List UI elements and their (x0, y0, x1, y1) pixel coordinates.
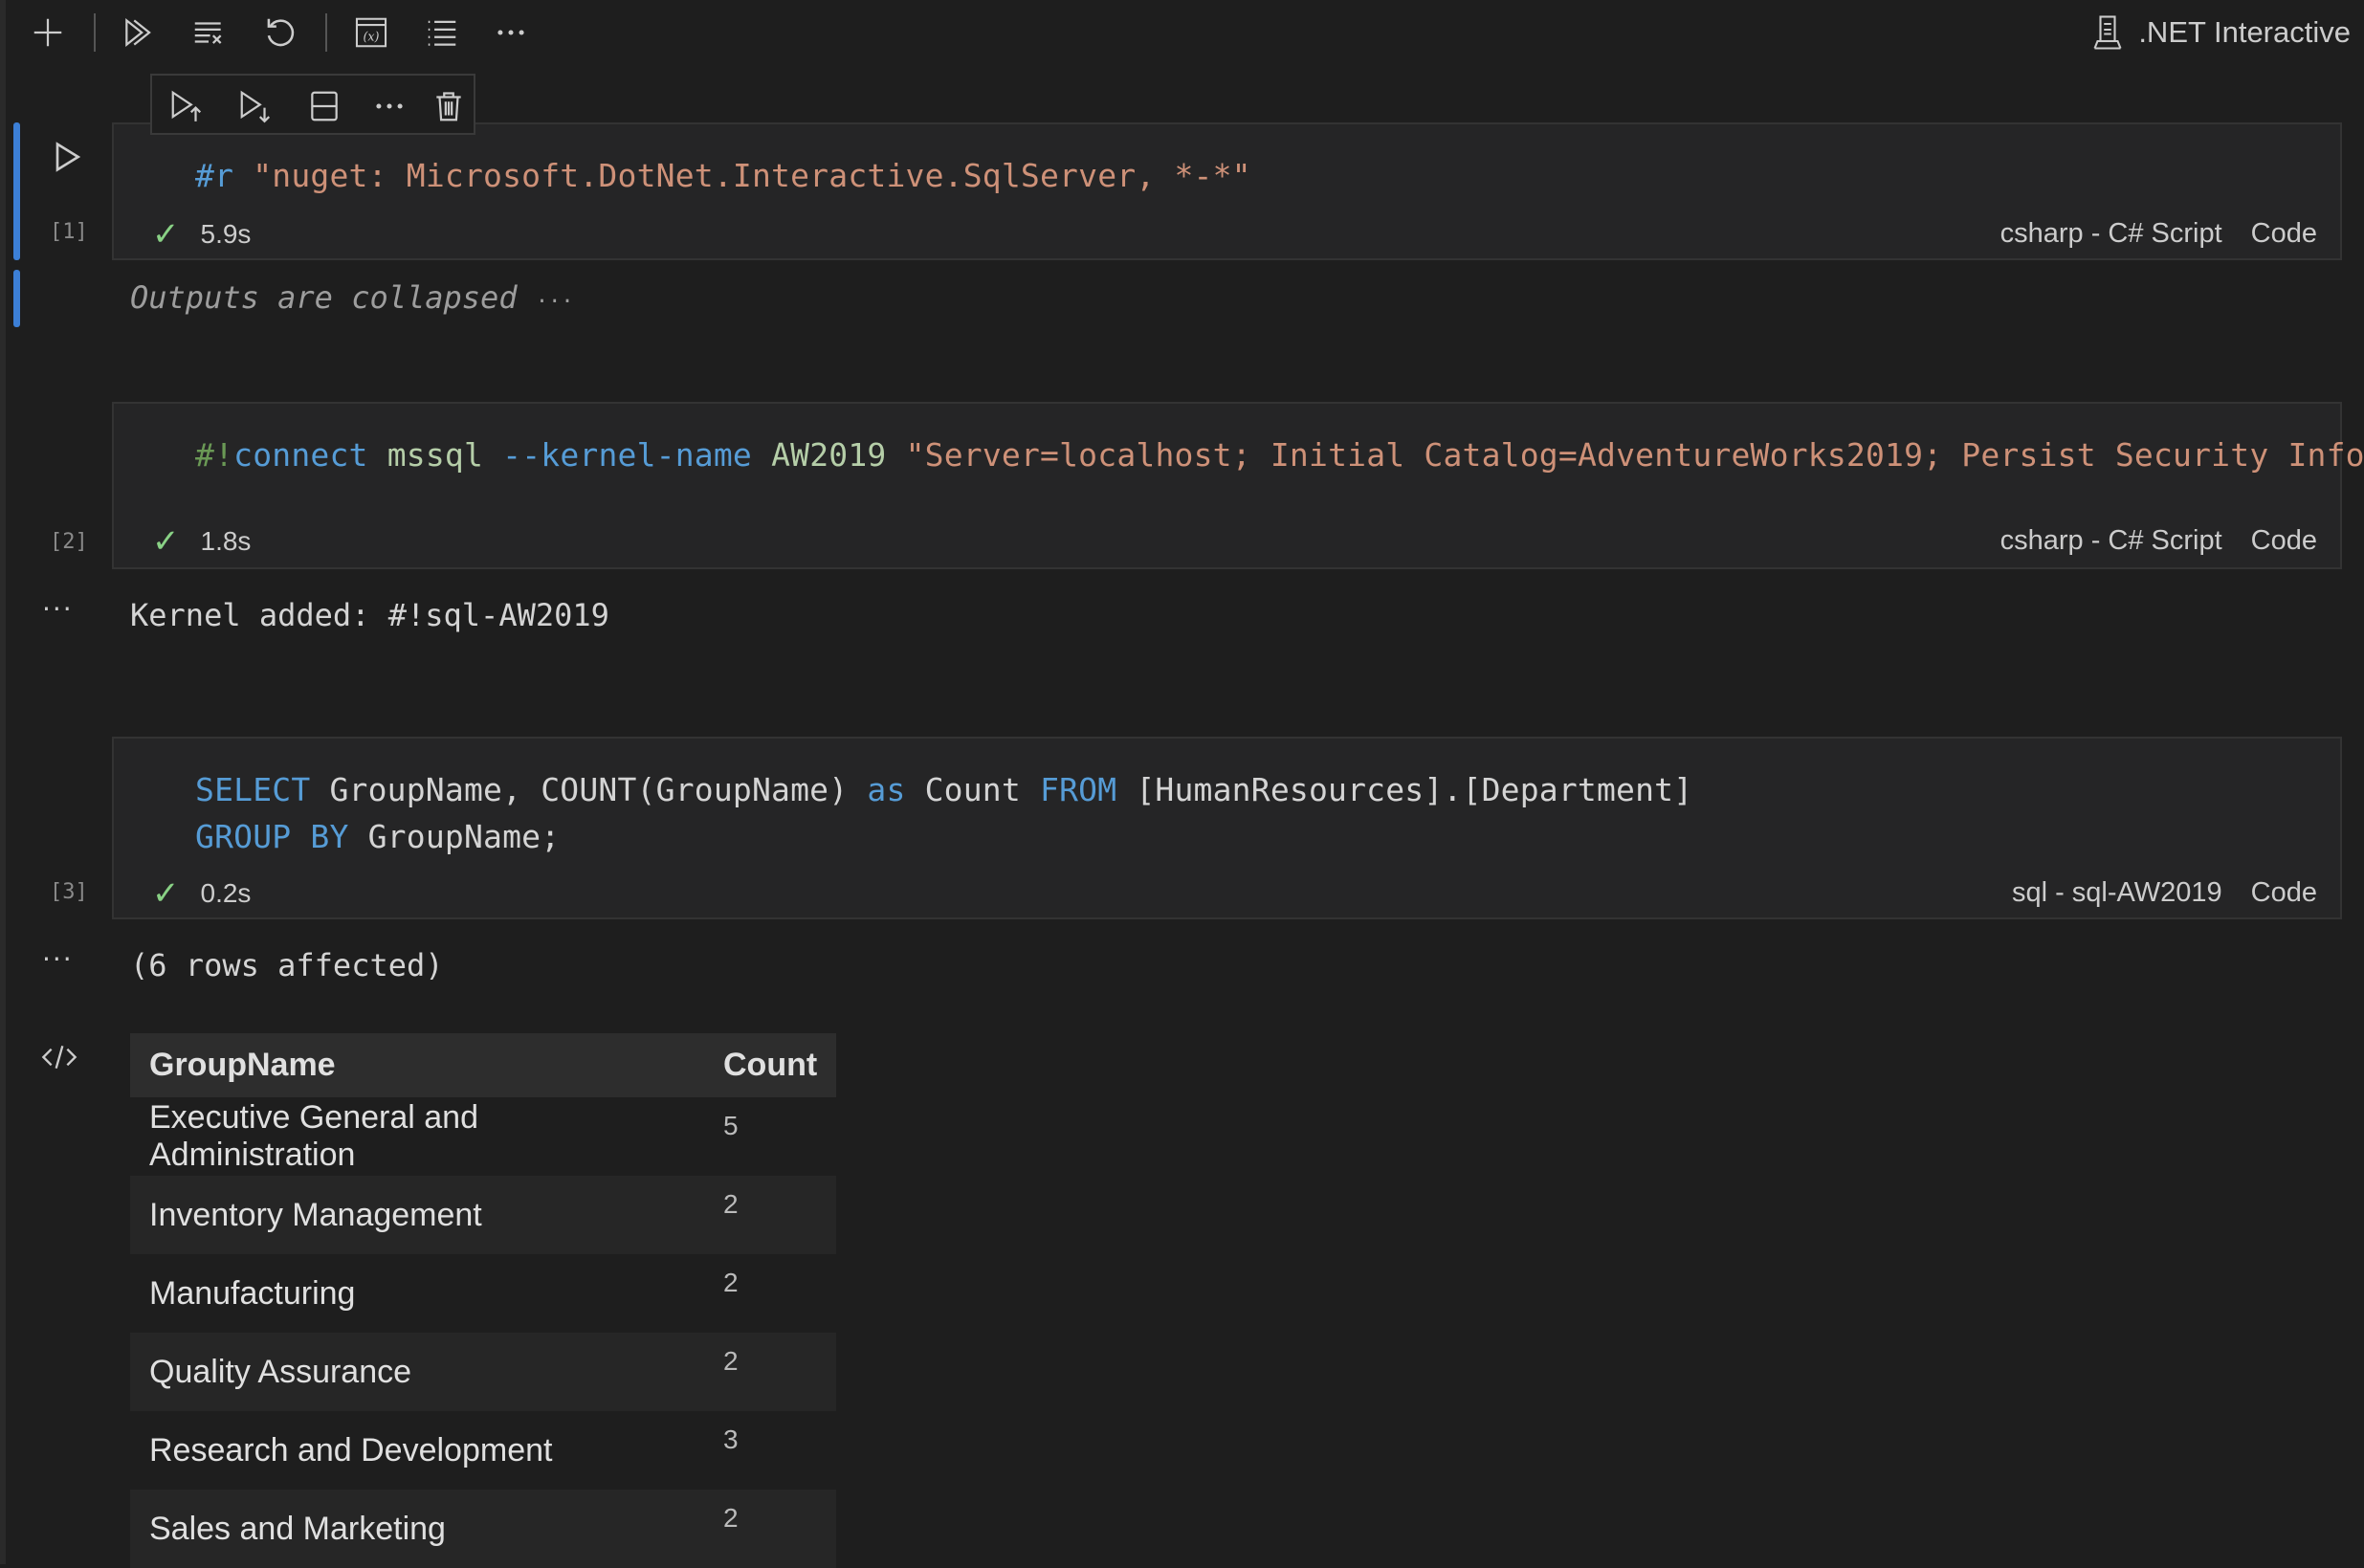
table-cell: 3 (704, 1411, 837, 1490)
table-header-row: GroupName Count (130, 1033, 837, 1097)
code-text: GroupName, COUNT(GroupName) (310, 771, 868, 808)
variables-icon[interactable]: (x) (350, 11, 392, 54)
language-picker[interactable]: csharp - C# Script (2000, 525, 2222, 557)
server-icon (2093, 15, 2122, 50)
table-row: Research and Development 3 (130, 1411, 837, 1490)
table-row: Sales and Marketing 2 (130, 1490, 837, 1568)
magic-prefix: #! (195, 436, 234, 474)
cell-toolbar (150, 74, 475, 135)
code-line[interactable]: SELECT GroupName, COUNT(GroupName) as Co… (195, 771, 1692, 808)
table-row: Inventory Management 2 (130, 1176, 837, 1254)
table-cell: 2 (704, 1176, 837, 1254)
more-icon[interactable] (368, 85, 410, 127)
cell-language-info: csharp - C# Script Code (2000, 525, 2317, 557)
execution-count: [1] (50, 220, 88, 244)
code-string: "nuget: Microsoft.DotNet.Interactive.Sql… (253, 157, 1251, 194)
success-check-icon: ✓ (152, 523, 180, 560)
kernel-label: .NET Interactive (2138, 15, 2351, 49)
code-line[interactable]: #!connect mssql --kernel-name AW2019 "Se… (195, 436, 2364, 474)
output-focus-indicator (13, 270, 20, 327)
sql-keyword: GROUP BY (195, 818, 349, 855)
execution-count: [3] (50, 880, 88, 904)
output-actions-icon[interactable]: ··· (42, 943, 74, 975)
collapsed-label: Outputs are collapsed (130, 279, 518, 316)
table-cell: Manufacturing (130, 1254, 704, 1333)
outline-icon[interactable] (421, 11, 463, 54)
sql-keyword: FROM (1040, 771, 1117, 808)
window-edge (0, 0, 6, 1564)
cell-language-info: csharp - C# Script Code (2000, 218, 2317, 250)
more-icon[interactable] (490, 11, 532, 54)
run-below-icon[interactable] (234, 85, 276, 127)
cell-output-text: Kernel added: #!sql-AW2019 (130, 597, 609, 633)
code-directive: #r (195, 157, 234, 194)
cell-focus-indicator (13, 122, 20, 260)
code-cell[interactable]: SELECT GroupName, COUNT(GroupName) as Co… (112, 737, 2342, 919)
code-text: GroupName; (348, 818, 561, 855)
kernel-picker[interactable]: .NET Interactive (2090, 11, 2351, 54)
run-above-icon[interactable] (166, 85, 208, 127)
sql-keyword: as (867, 771, 906, 808)
svg-text:(x): (x) (363, 30, 379, 44)
code-line[interactable]: #r "nuget: Microsoft.DotNet.Interactive.… (195, 157, 1251, 194)
delete-icon[interactable] (428, 85, 470, 127)
toolbar-divider (94, 13, 96, 52)
code-string: "Server=localhost; Initial Catalog=Adven… (905, 436, 2364, 474)
table-cell: Quality Assurance (130, 1333, 704, 1411)
result-table: GroupName Count Executive General and Ad… (130, 1033, 837, 1568)
code-cell[interactable]: #r "nuget: Microsoft.DotNet.Interactive.… (112, 122, 2342, 260)
cell-kind[interactable]: Code (2251, 877, 2317, 909)
code-cell[interactable]: #!connect mssql --kernel-name AW2019 "Se… (112, 402, 2364, 569)
cell-output-text: (6 rows affected) (130, 947, 444, 983)
collapsed-outputs[interactable]: Outputs are collapsed ··· (130, 279, 574, 316)
cell-status: ✓ 0.2s (152, 874, 251, 913)
run-cell-icon[interactable] (48, 138, 86, 176)
table-row: Quality Assurance 2 (130, 1333, 837, 1411)
code-arg: mssql (387, 436, 484, 474)
add-icon[interactable] (27, 11, 69, 54)
cell-kind[interactable]: Code (2251, 218, 2317, 250)
cell-language-info: sql - sql-AW2019 Code (2012, 877, 2317, 909)
execution-duration: 0.2s (200, 878, 252, 908)
column-header: GroupName (130, 1033, 704, 1097)
table-row: Executive General and Administration 5 (130, 1097, 837, 1176)
table-cell: Research and Development (130, 1411, 704, 1490)
clear-outputs-icon[interactable] (188, 11, 230, 54)
execution-duration: 1.8s (200, 526, 252, 556)
table-row: Manufacturing 2 (130, 1254, 837, 1333)
table-cell: Inventory Management (130, 1176, 704, 1254)
cell-kind[interactable]: Code (2251, 525, 2317, 557)
table-cell: Executive General and Administration (130, 1097, 704, 1176)
success-check-icon: ✓ (152, 216, 180, 253)
code-arg: AW2019 (771, 436, 887, 474)
run-all-icon[interactable] (118, 11, 160, 54)
split-cell-icon[interactable] (303, 85, 345, 127)
code-line[interactable]: GROUP BY GroupName; (195, 818, 560, 855)
column-header: Count (704, 1033, 837, 1097)
table-cell: 2 (704, 1333, 837, 1411)
success-check-icon: ✓ (152, 875, 180, 912)
table-cell: Sales and Marketing (130, 1490, 704, 1568)
notebook-toolbar: (x) .NET Interactive (0, 0, 2364, 63)
table-cell: 2 (704, 1254, 837, 1333)
execution-duration: 5.9s (200, 219, 252, 249)
execution-count: [2] (50, 530, 88, 554)
table-cell: 2 (704, 1490, 837, 1568)
language-picker[interactable]: csharp - C# Script (2000, 218, 2222, 250)
toolbar-divider (325, 13, 327, 52)
magic-command: connect (233, 436, 368, 474)
output-actions-icon[interactable]: ··· (42, 593, 74, 625)
code-text: [HumanResources].[Department] (1116, 771, 1693, 808)
code-text: Count (905, 771, 1040, 808)
code-option: --kernel-name (502, 436, 753, 474)
table-cell: 5 (704, 1097, 837, 1176)
language-picker[interactable]: sql - sql-AW2019 (2012, 877, 2222, 909)
cell-status: ✓ 5.9s (152, 215, 251, 254)
html-output-icon[interactable] (40, 1043, 78, 1071)
sql-keyword: SELECT (195, 771, 311, 808)
cell-status: ✓ 1.8s (152, 522, 251, 561)
restart-icon[interactable] (258, 11, 300, 54)
expand-outputs-icon[interactable]: ··· (536, 290, 574, 314)
